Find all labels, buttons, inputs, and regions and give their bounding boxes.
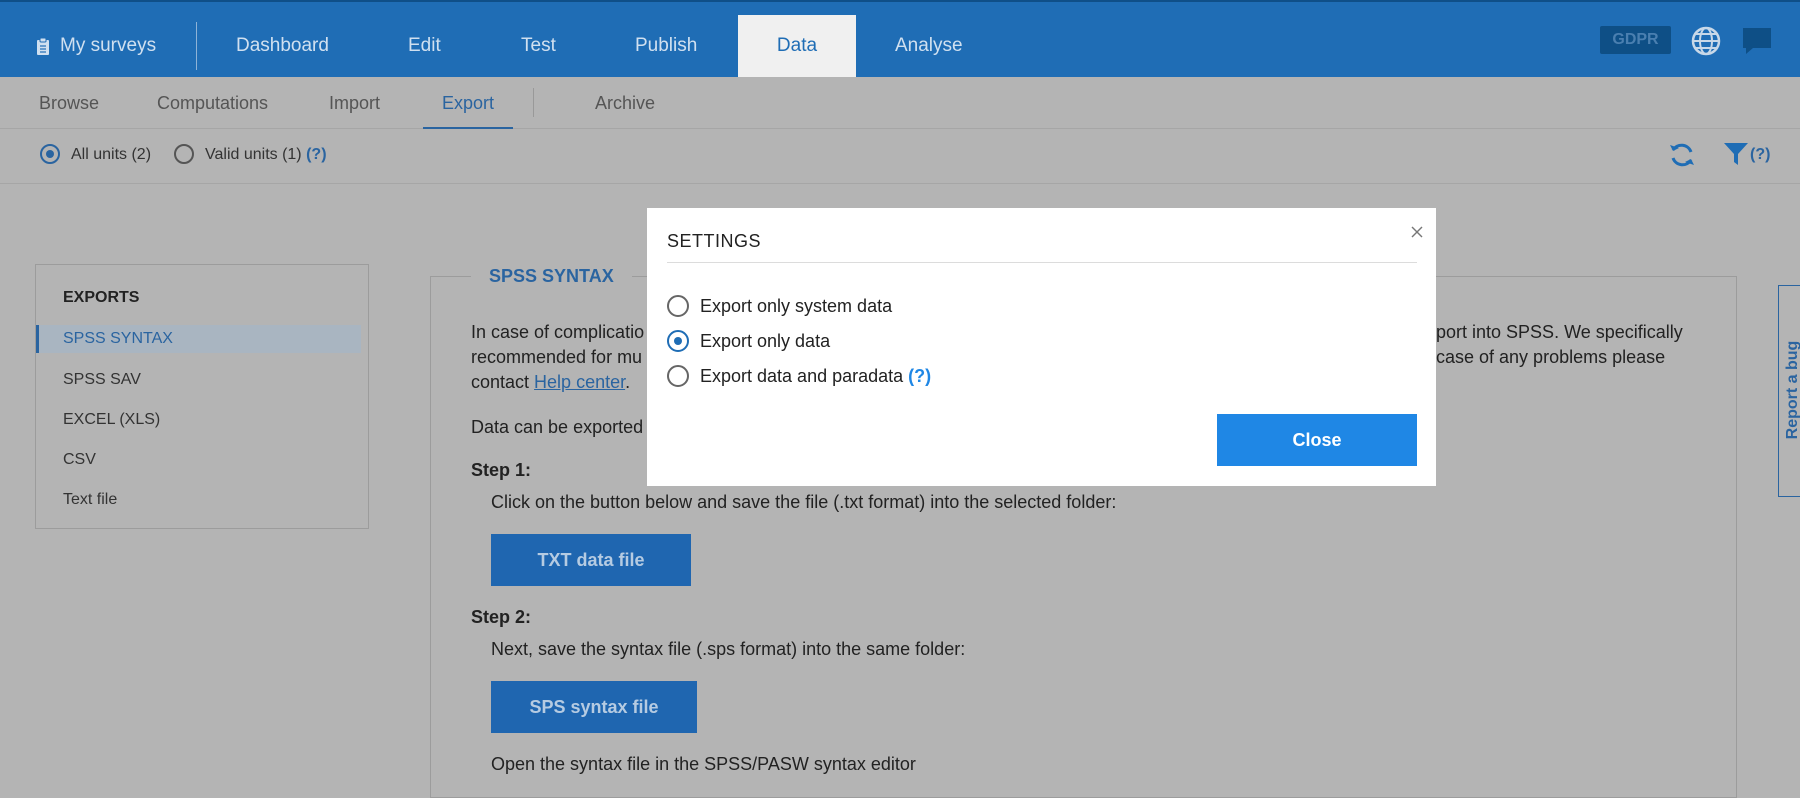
intro-text-line1-left: In case of complicatio xyxy=(471,322,645,342)
tab-browse[interactable]: Browse xyxy=(39,93,99,114)
filter-icon[interactable] xyxy=(1723,141,1749,167)
modal-title: SETTINGS xyxy=(667,231,762,251)
refresh-icon[interactable] xyxy=(1668,141,1696,169)
section-title: SPSS SYNTAX xyxy=(471,266,632,287)
chat-icon[interactable] xyxy=(1741,26,1773,56)
step1-text: Click on the button below and save the f… xyxy=(491,492,1117,512)
filter-help[interactable]: (?) xyxy=(1750,146,1770,164)
paradata-help[interactable]: (?) xyxy=(908,366,931,386)
step2-title: Step 2: xyxy=(471,607,532,627)
my-surveys-label: My surveys xyxy=(60,35,157,56)
nav-data[interactable]: Data xyxy=(738,15,856,77)
contact-suffix: . xyxy=(625,372,631,392)
tab-export[interactable]: Export xyxy=(442,93,494,114)
valid-units-text: Valid units (1) xyxy=(205,146,302,163)
intro-text-line1-right: port into SPSS. We specifically xyxy=(1436,322,1683,342)
tab-import[interactable]: Import xyxy=(329,93,380,114)
nav-dashboard[interactable]: Dashboard xyxy=(236,22,329,70)
top-navigation-bar: My surveys Dashboard Edit Test Publish D… xyxy=(0,0,1800,77)
export-item-label: SPSS SYNTAX xyxy=(63,330,173,347)
all-units-radio[interactable] xyxy=(40,144,60,164)
nav-data-label: Data xyxy=(776,35,818,56)
option-paradata-radio[interactable] xyxy=(667,365,689,387)
sub-navigation: Browse Computations Import Export Archiv… xyxy=(0,77,1800,129)
option-paradata-label[interactable]: Export data and paradata (?) xyxy=(700,366,931,387)
valid-units-label[interactable]: Valid units (1) (?) xyxy=(205,146,327,164)
tab-computations[interactable]: Computations xyxy=(157,93,268,114)
data-export-text: Data can be exported xyxy=(471,417,644,437)
step3-text: Open the syntax file in the SPSS/PASW sy… xyxy=(491,754,916,774)
nav-analyse[interactable]: Analyse xyxy=(895,22,963,70)
exports-title: EXPORTS xyxy=(63,289,140,306)
tab-divider xyxy=(533,88,534,117)
modal-divider xyxy=(667,262,1417,263)
all-units-label[interactable]: All units (2) xyxy=(71,146,151,164)
export-item-csv[interactable]: CSV xyxy=(63,451,96,469)
export-item-excel[interactable]: EXCEL (XLS) xyxy=(63,411,160,429)
tab-archive[interactable]: Archive xyxy=(595,93,655,114)
option-only-data-radio[interactable] xyxy=(667,330,689,352)
nav-edit[interactable]: Edit xyxy=(408,22,441,70)
nav-publish[interactable]: Publish xyxy=(635,22,697,70)
intro-text-line3: contact Help center. xyxy=(471,370,630,395)
globe-icon[interactable] xyxy=(1691,26,1721,56)
valid-units-help[interactable]: (?) xyxy=(306,146,326,163)
close-icon[interactable] xyxy=(1410,225,1424,239)
my-surveys-link[interactable]: My surveys xyxy=(36,22,156,70)
option-paradata-text: Export data and paradata xyxy=(700,366,904,386)
close-button[interactable]: Close xyxy=(1217,414,1417,466)
sps-syntax-file-button[interactable]: SPS syntax file xyxy=(491,681,697,733)
option-only-data-label[interactable]: Export only data xyxy=(700,331,830,352)
nav-test[interactable]: Test xyxy=(521,22,556,70)
export-item-spss-sav[interactable]: SPSS SAV xyxy=(63,371,141,389)
report-bug-label: Report a bug xyxy=(1784,340,1800,440)
option-system-data-label[interactable]: Export only system data xyxy=(700,296,892,317)
txt-data-file-button[interactable]: TXT data file xyxy=(491,534,691,586)
nav-separator xyxy=(196,22,197,70)
exports-panel: EXPORTS SPSS SYNTAX SPSS SAV EXCEL (XLS)… xyxy=(35,264,369,529)
step1-title: Step 1: xyxy=(471,460,532,480)
settings-modal: SETTINGS Export only system data Export … xyxy=(647,208,1436,486)
step2-text: Next, save the syntax file (.sps format)… xyxy=(491,639,966,659)
intro-text-line2-left: recommended for mu xyxy=(471,347,643,367)
contact-prefix: contact xyxy=(471,372,535,392)
clipboard-icon xyxy=(37,37,49,55)
gdpr-button[interactable]: GDPR xyxy=(1600,26,1671,54)
intro-text-line2-right: case of any problems please xyxy=(1436,347,1666,367)
export-item-text-file[interactable]: Text file xyxy=(63,491,117,509)
valid-units-radio[interactable] xyxy=(174,144,194,164)
unit-filter-bar: All units (2) Valid units (1) (?) xyxy=(0,129,1800,184)
help-center-link[interactable]: Help center xyxy=(534,372,625,392)
option-system-data-radio[interactable] xyxy=(667,295,689,317)
export-item-spss-syntax[interactable]: SPSS SYNTAX xyxy=(36,325,361,353)
report-bug-tab[interactable]: Report a bug xyxy=(1778,285,1800,497)
